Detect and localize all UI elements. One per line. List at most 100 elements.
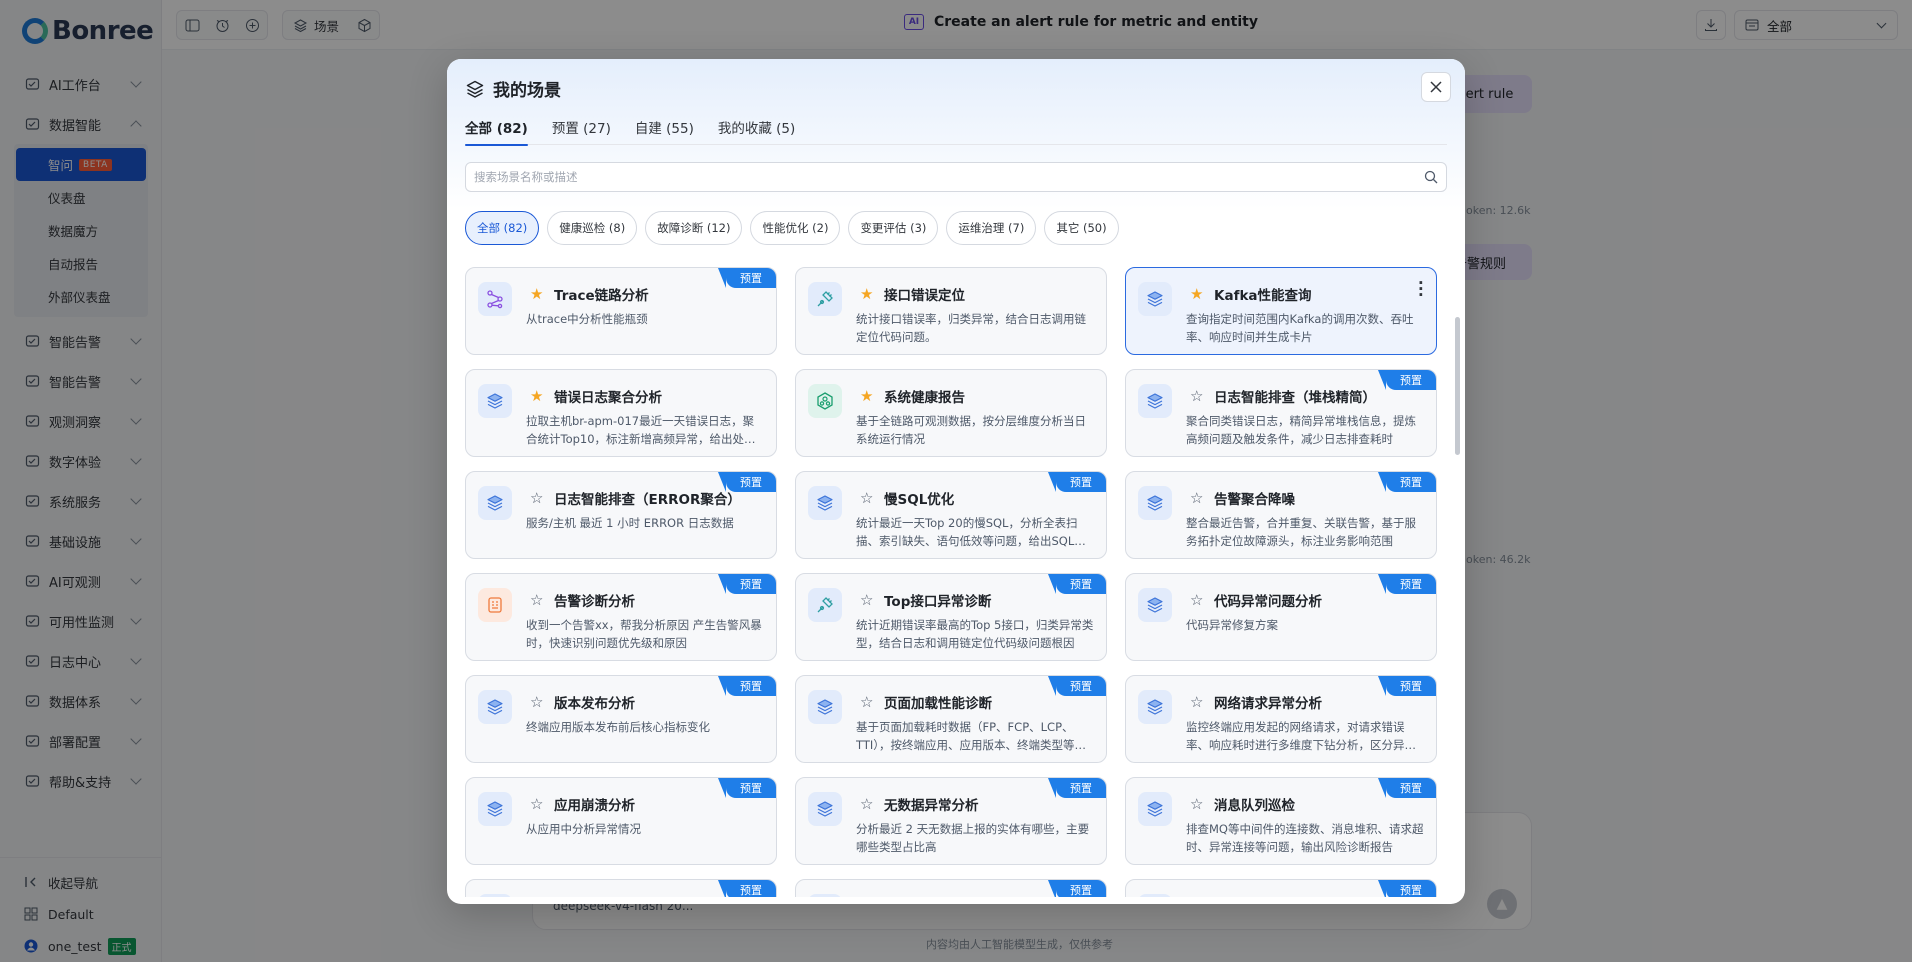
scene-card-title: ☆ Top接口异常诊断 — [860, 590, 1094, 610]
star-filled-icon[interactable]: ★ — [1190, 286, 1206, 302]
star-outline-icon[interactable]: ☆ — [860, 592, 876, 608]
scene-card[interactable]: ☆ 页面加载性能诊断 基于页面加载耗时数据（FP、FCP、LCP、TTI），按终端应… — [795, 675, 1107, 763]
scene-card[interactable]: ★ Trace链路分析 从trace中分析性能瓶颈 预置 — [465, 267, 777, 355]
tab-3[interactable]: 我的收藏 (5) — [718, 117, 795, 145]
star-filled-icon[interactable]: ★ — [860, 286, 876, 302]
scene-card[interactable]: ☆ 网络请求异常分析 监控终端应用发起的网络请求，对请求错误率、响应耗时进行多维度下… — [1125, 675, 1437, 763]
preset-badge: 预置 — [718, 472, 776, 492]
scene-card[interactable]: ★ Kafka性能查询 查询指定时间范围内Kafka的调用次数、吞吐率、响应时间并生… — [1125, 267, 1437, 355]
scene-card-desc: 统计最近一天Top 20的慢SQL，分析全表扫描、索引缺失、语句低效等问题，给出… — [856, 516, 1086, 548]
scene-card-title: ☆ 页面加载性能诊断 — [860, 692, 1094, 712]
close-button[interactable] — [1421, 72, 1451, 102]
scene-card[interactable]: ☆ Top接口异常诊断 统计近期错误率最高的Top 5接口，归类异常类型，结合日志和… — [795, 573, 1107, 661]
category-chip-1[interactable]: 健康巡检 (8) — [547, 211, 638, 245]
scene-card-desc: 终端应用版本发布前后核心指标变化 — [526, 720, 710, 734]
star-filled-icon[interactable]: ★ — [530, 388, 546, 404]
star-outline-icon[interactable]: ☆ — [530, 796, 546, 812]
scene-card[interactable]: ☆ 慢SQL优化统计最近一天Top 20的慢SQL，分析全表扫描、索引缺失、语句低… — [795, 471, 1107, 559]
layers-icon — [478, 894, 512, 897]
category-chip-4[interactable]: 变更评估 (3) — [848, 211, 939, 245]
scene-card-desc: 聚合同类错误日志，精简异常堆栈信息，提炼高频问题及触发条件，减少日志排查耗时 — [1186, 414, 1416, 446]
preset-badge: 预置 — [1378, 778, 1436, 798]
tab-1[interactable]: 预置 (27) — [552, 117, 611, 145]
layers-icon — [478, 486, 512, 520]
scene-card-desc: 分析最近 2 天无数据上报的实体有哪些，主要哪些类型占比高 — [856, 822, 1090, 854]
scene-card-name: 消息队列巡检 — [1214, 798, 1295, 814]
layers-icon — [1138, 792, 1172, 826]
scene-card[interactable]: ☆ 日志智能排查（堆栈精简） 聚合同类错误日志，精简异常堆栈信息，提炼高频问题及触发… — [1125, 369, 1437, 457]
close-icon — [1430, 81, 1442, 93]
tab-0[interactable]: 全部 (82) — [465, 117, 528, 146]
scene-card[interactable]: ☆ 告警诊断分析 收到一个告警xx，帮我分析原因 产生告警风暴时，快速识别问题优先级… — [465, 573, 777, 661]
scene-card-list[interactable]: ★ Trace链路分析 从trace中分析性能瓶颈 预置 ★ 接口错误定位 统计接口错误率，… — [465, 267, 1450, 897]
layers-icon — [808, 690, 842, 724]
scene-card-title: ☆ 代码异常问题分析 — [1190, 590, 1424, 610]
scene-card[interactable]: ☆ 应用崩溃分析 从应用中分析异常情况 预置 — [465, 777, 777, 865]
scene-card[interactable]: ★ 系统健康报告基于全链路可观测数据，按分层维度分析当日系统运行情况 — [795, 369, 1107, 457]
health-icon — [808, 384, 842, 418]
scene-card-desc: 整合最近告警，合并重复、关联告警，基于服务拓扑定位故障源头，标注业务影响范围 — [1186, 516, 1416, 548]
scene-card-name: 日志智能排查（ERROR聚合） — [554, 492, 741, 508]
star-outline-icon[interactable]: ☆ — [860, 694, 876, 710]
layers-icon — [478, 792, 512, 826]
preset-badge: 预置 — [1048, 778, 1106, 798]
layers-icon — [808, 486, 842, 520]
preset-badge: 预置 — [1048, 574, 1106, 594]
scene-card[interactable]: ☆ 日志智能排查（ERROR聚合） 服务/主机 最近 1 小时 ERROR 日志数据… — [465, 471, 777, 559]
scene-card-title: ☆ 应用崩溃分析 — [530, 794, 764, 814]
scene-card-desc: 排查MQ等中间件的连接数、消息堆积、请求超时、异常连接等问题，输出风险诊断报告 — [1186, 822, 1424, 854]
star-outline-icon[interactable]: ☆ — [1190, 388, 1206, 404]
preset-badge: 预置 — [1378, 370, 1436, 390]
scene-card-title: ★ 错误日志聚合分析 — [530, 386, 764, 406]
star-outline-icon[interactable]: ☆ — [530, 490, 546, 506]
scene-card[interactable]: 预置 — [795, 879, 1107, 897]
scene-card-title: ☆ 版本发布分析 — [530, 692, 764, 712]
scene-card-name: 网络请求异常分析 — [1214, 696, 1322, 712]
scene-card[interactable]: ★ 错误日志聚合分析 拉取主机br-apm-017最近一天错误日志，聚合统计Top1… — [465, 369, 777, 457]
star-outline-icon[interactable]: ☆ — [860, 490, 876, 506]
category-chip-2[interactable]: 故障诊断 (12) — [645, 211, 743, 245]
scene-card-title: ☆ 消息队列巡检 — [1190, 794, 1424, 814]
category-chip-6[interactable]: 其它 (50) — [1044, 211, 1119, 245]
star-outline-icon[interactable]: ☆ — [1190, 490, 1206, 506]
layers-icon — [1138, 384, 1172, 418]
scene-card-desc: 服务/主机 最近 1 小时 ERROR 日志数据 — [526, 516, 734, 530]
scene-card[interactable]: ★ 接口错误定位 统计接口错误率，归类异常，结合日志调用链定位代码问题。 — [795, 267, 1107, 355]
scene-card-title: ☆ 告警聚合降噪 — [1190, 488, 1424, 508]
category-chip-0[interactable]: 全部 (82) — [465, 211, 540, 245]
star-outline-icon[interactable]: ☆ — [530, 592, 546, 608]
category-chip-5[interactable]: 运维治理 (7) — [946, 211, 1037, 245]
star-outline-icon[interactable]: ☆ — [530, 694, 546, 710]
scene-card-name: 错误日志聚合分析 — [554, 390, 662, 406]
scene-card[interactable]: ☆ 代码异常问题分析 代码异常修复方案 预置 — [1125, 573, 1437, 661]
scrollbar[interactable] — [1455, 317, 1460, 455]
layers-icon — [1138, 894, 1172, 897]
scene-card-desc: 统计接口错误率，归类异常，结合日志调用链定位代码问题。 — [856, 312, 1086, 344]
more-vertical-icon[interactable]: · · · — [1418, 276, 1424, 303]
search-icon[interactable] — [1416, 170, 1446, 184]
scene-card-title: ☆ 慢SQL优化 — [860, 488, 1094, 508]
star-outline-icon[interactable]: ☆ — [1190, 694, 1206, 710]
scene-card-desc: 收到一个告警xx，帮我分析原因 产生告警风暴时，快速识别问题优先级和原因 — [526, 618, 762, 650]
scene-card[interactable]: ☆ 消息队列巡检排查MQ等中间件的连接数、消息堆积、请求超时、异常连接等问题，输出… — [1125, 777, 1437, 865]
scene-card[interactable]: 预置 — [1125, 879, 1437, 897]
preset-badge: 预置 — [718, 268, 776, 288]
search-input[interactable] — [466, 163, 1416, 191]
star-filled-icon[interactable]: ★ — [860, 388, 876, 404]
scene-card[interactable]: 预置 — [465, 879, 777, 897]
scene-card[interactable]: ☆ 版本发布分析终端应用版本发布前后核心指标变化 预置 — [465, 675, 777, 763]
star-outline-icon[interactable]: ☆ — [1190, 592, 1206, 608]
scene-card-desc: 基于全链路可观测数据，按分层维度分析当日系统运行情况 — [856, 414, 1086, 446]
scene-card[interactable]: ☆ 告警聚合降噪整合最近告警，合并重复、关联告警，基于服务拓扑定位故障源头，标注业… — [1125, 471, 1437, 559]
scene-card-name: 慢SQL优化 — [884, 492, 955, 508]
star-filled-icon[interactable]: ★ — [530, 286, 546, 302]
layers-icon — [1138, 588, 1172, 622]
star-outline-icon[interactable]: ☆ — [860, 796, 876, 812]
scene-card[interactable]: ☆ 无数据异常分析 分析最近 2 天无数据上报的实体有哪些，主要哪些类型占比高 预置 — [795, 777, 1107, 865]
preset-badge: 预置 — [718, 676, 776, 696]
tab-2[interactable]: 自建 (55) — [635, 117, 694, 145]
category-chip-3[interactable]: 性能优化 (2) — [750, 211, 841, 245]
star-outline-icon[interactable]: ☆ — [1190, 796, 1206, 812]
scene-card-title: ★ 系统健康报告 — [860, 386, 1094, 406]
scene-card-desc: 查询指定时间范围内Kafka的调用次数、吞吐率、响应时间并生成卡片 — [1186, 312, 1414, 344]
